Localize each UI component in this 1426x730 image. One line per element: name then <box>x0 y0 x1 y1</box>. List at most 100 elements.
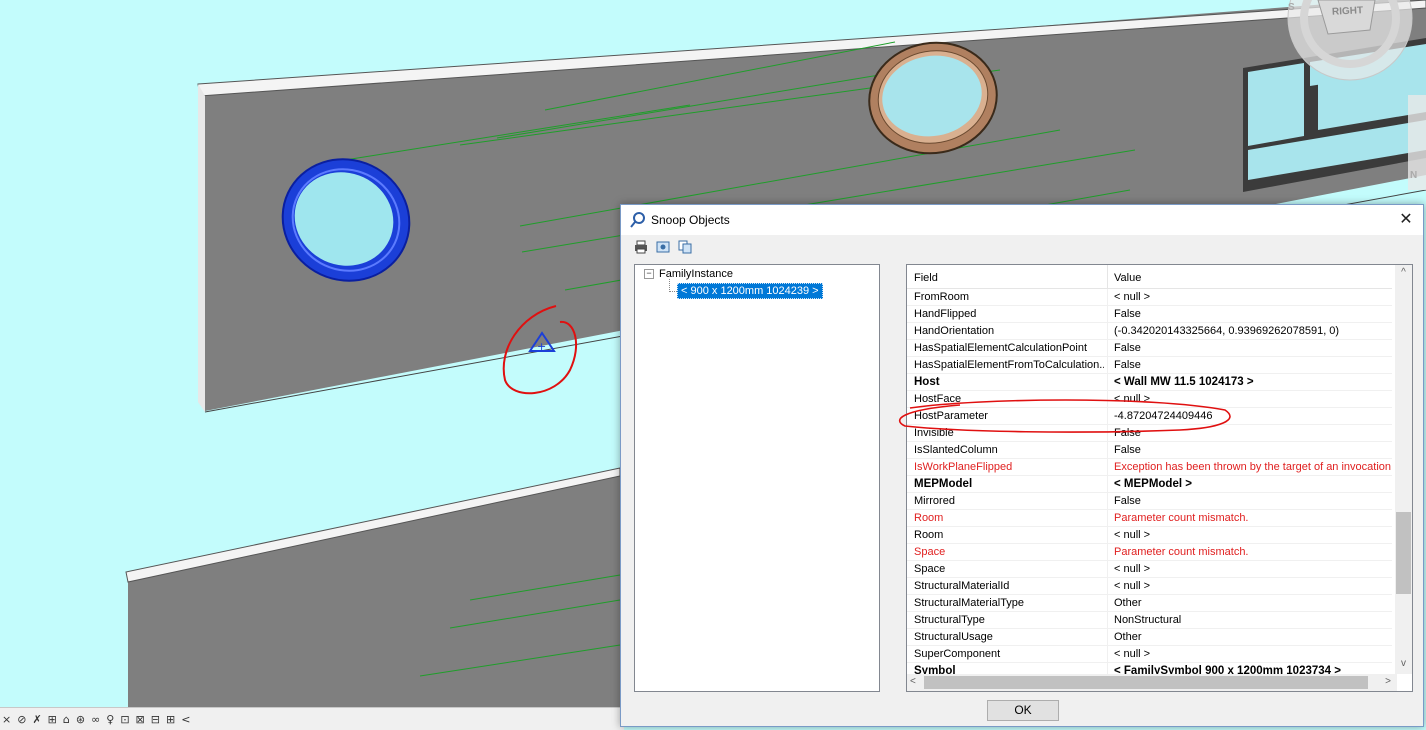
vertical-scrollbar[interactable]: ^ v <box>1395 265 1412 674</box>
field-cell: HasSpatialElementFromToCalculation... <box>914 359 1104 371</box>
column-divider <box>1107 510 1108 527</box>
column-divider <box>1107 561 1108 578</box>
dialog-titlebar[interactable]: Snoop Objects ✕ <box>621 205 1423 235</box>
horizontal-scroll-thumb[interactable] <box>924 676 1368 689</box>
field-cell: StructuralMaterialType <box>914 597 1025 609</box>
field-cell: Space <box>914 546 946 558</box>
field-cell: HandOrientation <box>914 325 995 337</box>
object-tree[interactable]: − FamilyInstance < 900 x 1200mm 1024239 … <box>634 264 880 692</box>
table-row[interactable]: HasSpatialElementFromToCalculation... Fal… <box>907 357 1392 374</box>
view-control-icon[interactable]: ⊠ <box>136 713 145 726</box>
scroll-right-icon[interactable]: > <box>1385 676 1391 687</box>
value-cell: False <box>1114 308 1141 320</box>
table-row[interactable]: HostParameter -4.87204724409446 <box>907 408 1392 425</box>
field-cell: StructuralType <box>914 614 985 626</box>
view-control-icon[interactable]: ⌂ <box>63 713 70 726</box>
property-grid[interactable]: Field Value FromRoom < null > HandFlipped F… <box>906 264 1413 692</box>
value-cell: Parameter count mismatch. <box>1114 512 1249 524</box>
scroll-left-icon[interactable]: < <box>910 676 916 687</box>
view-control-icon[interactable]: < <box>181 713 190 726</box>
grid-rows: FromRoom < null > HandFlipped False HandOrie… <box>907 289 1392 680</box>
field-cell: Room <box>914 529 944 541</box>
table-row[interactable]: HasSpatialElementCalculationPoint False <box>907 340 1392 357</box>
value-cell: < MEPModel > <box>1114 478 1192 490</box>
view-control-icon[interactable]: ✗ <box>32 713 41 726</box>
view-control-bar: × ⊘ ✗ ⊞ ⌂ ⊛ ∞ ♀ ⊡ ⊠ ⊟ ⊞ < <box>0 707 624 730</box>
viewcube-label[interactable]: RIGHT <box>1332 5 1364 18</box>
table-row[interactable]: Invisible False <box>907 425 1392 442</box>
view-control-icon[interactable]: ♀ <box>106 713 114 726</box>
copy-icon[interactable] <box>677 239 693 255</box>
field-cell: Host <box>914 376 940 388</box>
scroll-down-icon[interactable]: v <box>1395 658 1412 672</box>
tree-node-selected[interactable]: < 900 x 1200mm 1024239 > <box>677 283 823 299</box>
field-cell: Invisible <box>914 427 954 439</box>
print-preview-icon[interactable] <box>655 239 671 255</box>
table-row[interactable]: Space Parameter count mismatch. <box>907 544 1392 561</box>
view-control-icon[interactable]: × <box>2 713 11 726</box>
field-cell: HasSpatialElementCalculationPoint <box>914 342 1088 354</box>
column-divider <box>1107 289 1108 306</box>
value-cell: False <box>1114 427 1141 439</box>
table-row[interactable]: IsWorkPlaneFlipped Exception has been thr… <box>907 459 1392 476</box>
field-cell: FromRoom <box>914 291 970 303</box>
value-cell: < null > <box>1114 648 1151 660</box>
table-row[interactable]: HandFlipped False <box>907 306 1392 323</box>
value-cell: NonStructural <box>1114 614 1182 626</box>
field-cell: SuperComponent <box>914 648 1001 660</box>
view-control-icon[interactable]: ⊟ <box>151 713 160 726</box>
ok-button[interactable]: OK <box>987 700 1059 721</box>
print-icon[interactable] <box>633 239 649 255</box>
field-cell: IsSlantedColumn <box>914 444 998 456</box>
field-cell: Room <box>914 512 944 524</box>
value-cell: < null > <box>1114 563 1151 575</box>
column-divider <box>1107 408 1108 425</box>
table-row[interactable]: Host < Wall MW 11.5 1024173 > <box>907 374 1392 391</box>
table-row[interactable]: StructuralUsage Other <box>907 629 1392 646</box>
table-row[interactable]: FromRoom < null > <box>907 289 1392 306</box>
tree-node-label: FamilyInstance <box>659 268 733 280</box>
scroll-up-icon[interactable]: ^ <box>1395 267 1412 281</box>
value-cell: Parameter count mismatch. <box>1114 546 1249 558</box>
column-divider <box>1107 425 1108 442</box>
table-row[interactable]: Room Parameter count mismatch. <box>907 510 1392 527</box>
table-row[interactable]: StructuralType NonStructural <box>907 612 1392 629</box>
view-control-icon[interactable]: ⊞ <box>166 713 175 726</box>
column-divider <box>1107 476 1108 493</box>
column-divider <box>1107 578 1108 595</box>
value-cell: Exception has been thrown by the target … <box>1114 461 1392 473</box>
view-control-icon[interactable]: ∞ <box>91 713 100 726</box>
view-control-icon[interactable]: ⊛ <box>76 713 85 726</box>
table-row[interactable]: HostFace < null > <box>907 391 1392 408</box>
table-row[interactable]: Mirrored False <box>907 493 1392 510</box>
field-cell: StructuralMaterialId <box>914 580 1010 592</box>
column-divider <box>1107 306 1108 323</box>
grid-header: Field Value <box>907 265 1392 289</box>
vertical-scroll-thumb[interactable] <box>1396 512 1411 594</box>
horizontal-scrollbar[interactable]: < > <box>907 674 1397 691</box>
view-control-icon[interactable]: ⊘ <box>17 713 26 726</box>
table-row[interactable]: StructuralMaterialId < null > <box>907 578 1392 595</box>
tree-node-familyinstance[interactable]: − FamilyInstance <box>644 268 733 280</box>
field-cell: HostParameter <box>914 410 988 422</box>
compass-s-label: S <box>1288 2 1295 13</box>
table-row[interactable]: MEPModel < MEPModel > <box>907 476 1392 493</box>
column-header-field[interactable]: Field <box>914 272 938 284</box>
view-control-icon[interactable]: ⊡ <box>120 713 129 726</box>
dialog-title: Snoop Objects <box>651 213 730 227</box>
value-cell: False <box>1114 444 1141 456</box>
table-row[interactable]: StructuralMaterialType Other <box>907 595 1392 612</box>
upper-wall-side <box>198 84 205 412</box>
column-divider <box>1107 527 1108 544</box>
table-row[interactable]: Room < null > <box>907 527 1392 544</box>
table-row[interactable]: Space < null > <box>907 561 1392 578</box>
column-header-value[interactable]: Value <box>1114 272 1141 284</box>
table-row[interactable]: HandOrientation (-0.342020143325664, 0.93… <box>907 323 1392 340</box>
table-row[interactable]: IsSlantedColumn False <box>907 442 1392 459</box>
table-row[interactable]: SuperComponent < null > <box>907 646 1392 663</box>
column-divider <box>1107 544 1108 561</box>
column-divider[interactable] <box>1107 265 1108 288</box>
close-button[interactable]: ✕ <box>1389 205 1423 235</box>
view-control-icon[interactable]: ⊞ <box>48 713 57 726</box>
collapse-icon[interactable]: − <box>644 269 654 279</box>
